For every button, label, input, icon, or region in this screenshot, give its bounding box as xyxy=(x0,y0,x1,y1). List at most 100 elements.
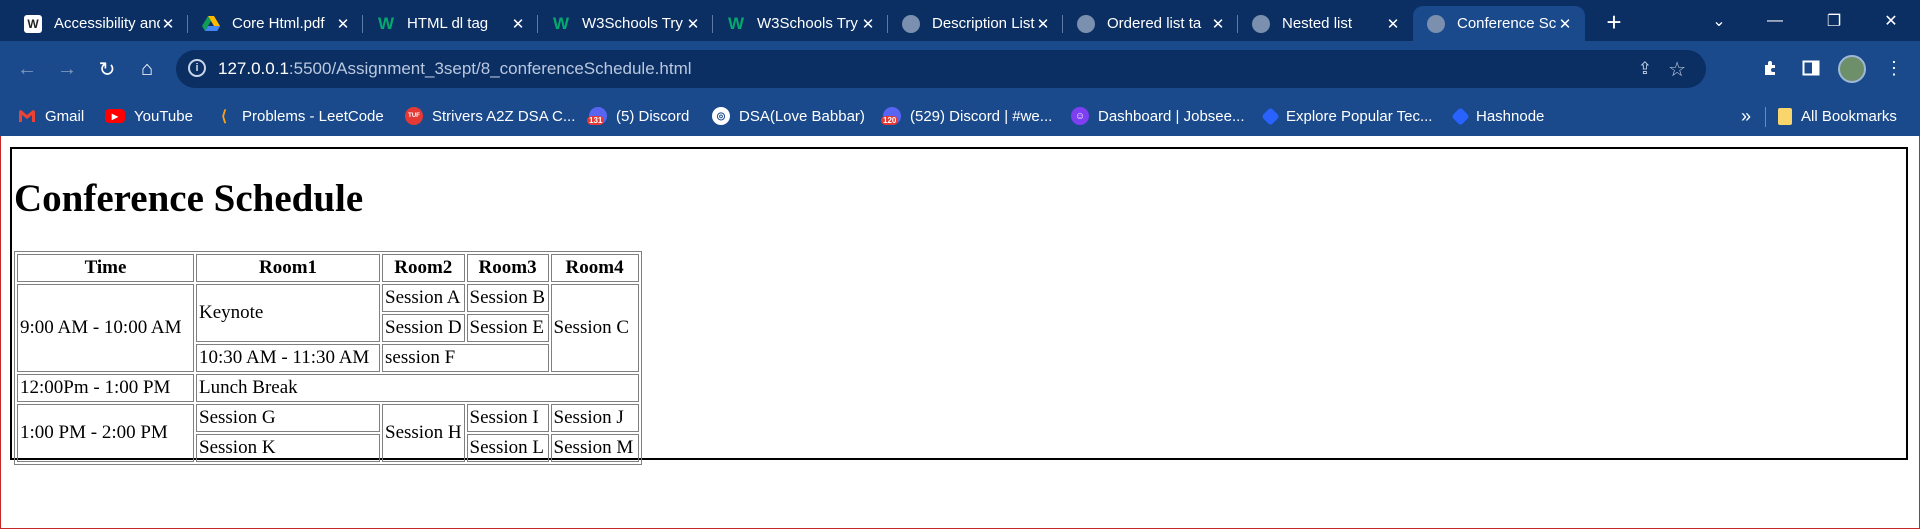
break-cell: Lunch Break xyxy=(196,374,639,402)
share-icon[interactable]: ⇪ xyxy=(1638,59,1652,79)
tab-core-html[interactable]: Core Html.pdf ✕ xyxy=(188,6,363,41)
tuf-icon: TUF xyxy=(405,107,423,125)
more-bookmarks-button[interactable]: » xyxy=(1741,96,1751,136)
tab-title: Accessibility and xyxy=(54,15,160,32)
bookmark-star-icon[interactable]: ☆ xyxy=(1668,57,1686,82)
folder-icon xyxy=(1778,107,1792,125)
bookmarks-divider xyxy=(1765,107,1766,127)
column-header-room3: Room3 xyxy=(466,254,549,282)
youtube-icon: ▶ xyxy=(105,109,125,123)
site-info-icon[interactable]: i xyxy=(188,59,206,77)
notification-badge: 120 xyxy=(881,116,899,125)
bookmarks-bar: Gmail ▶ YouTube ⟨ Problems - LeetCode TU… xyxy=(0,96,1920,136)
close-icon[interactable]: ✕ xyxy=(1385,15,1401,33)
restore-icon[interactable]: ❐ xyxy=(1805,0,1863,41)
bookmark-discord-5[interactable]: 131 (5) Discord xyxy=(587,96,689,136)
back-icon[interactable]: ← xyxy=(12,54,42,84)
browser-toolbar: ← → ↻ ⌂ i 127.0.0.1:5500/Assignment_3sep… xyxy=(0,41,1920,96)
menu-icon[interactable]: ⋮ xyxy=(1880,54,1908,82)
new-tab-button[interactable]: + xyxy=(1598,6,1630,38)
tab-w3schools-try-1[interactable]: W W3Schools Try ✕ xyxy=(538,6,713,41)
close-icon[interactable]: ✕ xyxy=(160,15,176,33)
globe-icon xyxy=(902,14,920,33)
close-icon[interactable]: ✕ xyxy=(685,15,701,33)
bookmark-jobseeker[interactable]: ☺ Dashboard | Jobsee... xyxy=(1071,96,1244,136)
tab-w3schools-try-2[interactable]: W W3Schools Try ✕ xyxy=(713,6,888,41)
tab-strip: W Accessibility and ✕ Core Html.pdf ✕ W … xyxy=(0,0,1920,41)
page-title: Conference Schedule xyxy=(14,177,364,220)
bookmark-gmail[interactable]: Gmail xyxy=(18,96,84,136)
bookmark-dsa-love-babbar[interactable]: ◎ DSA(Love Babbar) xyxy=(712,96,865,136)
tab-title: Ordered list ta xyxy=(1107,15,1202,32)
extensions-icon[interactable] xyxy=(1757,54,1785,82)
address-url[interactable]: 127.0.0.1:5500/Assignment_3sept/8_confer… xyxy=(218,59,692,79)
session-cell: Keynote xyxy=(196,284,380,342)
address-bar[interactable]: i 127.0.0.1:5500/Assignment_3sept/8_conf… xyxy=(176,50,1706,88)
diamond-icon xyxy=(1261,106,1280,126)
session-cell: Session M xyxy=(550,434,639,462)
time-cell: 9:00 AM - 10:00 AM xyxy=(17,284,194,372)
bookmark-leetcode[interactable]: ⟨ Problems - LeetCode xyxy=(215,96,384,136)
session-cell: Session I xyxy=(466,404,549,432)
bookmark-hashnode[interactable]: Hashnode xyxy=(1451,96,1544,136)
home-icon[interactable]: ⌂ xyxy=(132,54,162,84)
tab-title: W3Schools Try xyxy=(757,15,858,32)
column-header-room4: Room4 xyxy=(550,254,639,282)
bookmark-label: Problems - LeetCode xyxy=(242,107,384,125)
bookmark-label: All Bookmarks xyxy=(1801,107,1897,125)
session-cell: Session C xyxy=(550,284,639,372)
tab-description-list[interactable]: Description List ✕ xyxy=(888,6,1063,41)
more-bookmarks-chevron: » xyxy=(1741,105,1752,126)
schedule-table: Time Room1 Room2 Room3 Room4 9:00 AM - 1… xyxy=(14,251,642,465)
tab-html-dl[interactable]: W HTML dl tag ✕ xyxy=(363,6,538,41)
column-header-room2: Room2 xyxy=(382,254,465,282)
bookmark-label: (529) Discord | #we... xyxy=(910,107,1053,125)
minimize-icon[interactable]: — xyxy=(1746,0,1804,41)
jobseeker-icon: ☺ xyxy=(1071,107,1089,125)
bookmark-label: Gmail xyxy=(45,107,85,125)
session-cell: Session D xyxy=(382,314,465,342)
tab-accessibility[interactable]: W Accessibility and ✕ xyxy=(10,6,188,41)
wordpress-icon: W xyxy=(24,14,42,33)
session-cell: Session E xyxy=(466,314,549,342)
session-cell: Session B xyxy=(466,284,549,312)
bookmark-explore-popular[interactable]: Explore Popular Tec... xyxy=(1261,96,1432,136)
side-panel-icon[interactable] xyxy=(1797,54,1825,82)
tab-title: Nested list xyxy=(1282,15,1353,32)
bookmark-discord-529[interactable]: 120 (529) Discord | #we... xyxy=(881,96,1053,136)
globe-icon xyxy=(1427,14,1445,33)
tab-ordered-list[interactable]: Ordered list ta ✕ xyxy=(1063,6,1238,41)
tab-nested-list[interactable]: Nested list ✕ xyxy=(1238,6,1413,41)
w3schools-icon: W xyxy=(727,13,745,33)
profile-avatar[interactable] xyxy=(1838,55,1866,83)
bookmark-strivers[interactable]: TUF Strivers A2Z DSA C... xyxy=(405,96,575,136)
url-host: 127.0.0.1 xyxy=(218,59,289,78)
tab-conference-schedule[interactable]: Conference Sc ✕ xyxy=(1413,6,1585,41)
close-icon[interactable]: ✕ xyxy=(1557,15,1573,33)
session-cell: Session H xyxy=(382,404,465,462)
close-icon[interactable]: ✕ xyxy=(1210,15,1226,33)
time-cell: 10:30 AM - 11:30 AM xyxy=(196,344,380,372)
table-header-row: Time Room1 Room2 Room3 Room4 xyxy=(17,254,639,282)
close-window-icon[interactable]: ✕ xyxy=(1862,0,1920,41)
session-cell: Session K xyxy=(196,434,380,462)
reload-icon[interactable]: ↻ xyxy=(92,54,122,84)
close-icon[interactable]: ✕ xyxy=(510,15,526,33)
tab-search-icon[interactable]: ⌄ xyxy=(1690,0,1748,41)
tab-title: Description List xyxy=(932,15,1035,32)
close-icon[interactable]: ✕ xyxy=(335,15,351,33)
column-header-room1: Room1 xyxy=(196,254,380,282)
time-cell: 12:00Pm - 1:00 PM xyxy=(17,374,194,402)
close-icon[interactable]: ✕ xyxy=(1035,15,1051,33)
bookmark-youtube[interactable]: ▶ YouTube xyxy=(105,96,193,136)
all-bookmarks-button[interactable]: All Bookmarks xyxy=(1778,96,1897,136)
session-cell: session F xyxy=(382,344,549,372)
forward-icon[interactable]: → xyxy=(52,54,82,84)
session-cell: Session G xyxy=(196,404,380,432)
w3schools-icon: W xyxy=(377,13,395,33)
tab-title: Core Html.pdf xyxy=(232,15,325,32)
time-cell: 1:00 PM - 2:00 PM xyxy=(17,404,194,462)
session-cell: Session A xyxy=(382,284,465,312)
column-header-time: Time xyxy=(17,254,194,282)
close-icon[interactable]: ✕ xyxy=(860,15,876,33)
